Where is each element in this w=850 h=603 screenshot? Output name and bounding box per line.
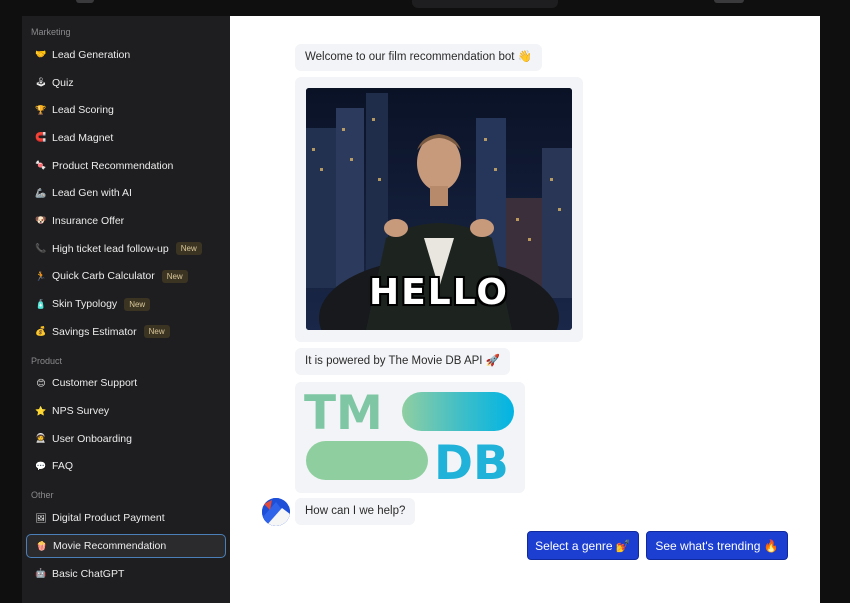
- new-badge: New: [143, 325, 170, 339]
- hello-gif: HELLO: [306, 88, 572, 330]
- sidebar-item-label: NPS Survey: [52, 405, 110, 418]
- sidebar-item-lead-scoring[interactable]: 🏆 Lead Scoring: [22, 96, 230, 124]
- sidebar-item-insurance-offer[interactable]: 🐶 Insurance Offer: [22, 207, 230, 235]
- sidebar-item-label: Lead Generation: [52, 48, 131, 61]
- top-bar-control[interactable]: [714, 0, 744, 3]
- sidebar-item-label: Quiz: [52, 76, 74, 89]
- tmdb-text-db: DB: [434, 436, 509, 491]
- lotion-icon: 🧴: [35, 298, 47, 309]
- robot-icon: 🤖: [35, 568, 47, 579]
- top-bar-control[interactable]: [76, 0, 94, 3]
- new-badge: New: [161, 269, 188, 283]
- sidebar-item-label: Quick Carb Calculator: [52, 270, 155, 283]
- sidebar-item-faq[interactable]: 💬 FAQ: [22, 453, 230, 481]
- new-badge: New: [175, 242, 202, 256]
- money-bag-icon: 💰: [35, 326, 47, 337]
- sidebar-item-digital-product-payment[interactable]: 🖼 Digital Product Payment: [22, 504, 230, 532]
- mechanical-arm-icon: 🦾: [35, 187, 47, 198]
- sidebar-item-product-recommendation[interactable]: 🍬 Product Recommendation: [22, 152, 230, 180]
- speech-bubble-icon: 💬: [35, 460, 47, 471]
- runner-icon: 🏃: [35, 270, 47, 281]
- select-genre-button[interactable]: Select a genre 💅: [527, 531, 639, 560]
- candy-icon: 🍬: [35, 160, 47, 171]
- sidebar-item-label: Movie Recommendation: [53, 540, 167, 552]
- powered-by-message: It is powered by The Movie DB API 🚀: [295, 348, 510, 375]
- sidebar-item-movie-recommendation[interactable]: 🍿 Movie Recommendation: [26, 534, 226, 558]
- template-sidebar: Marketing 🤝 Lead Generation 🕹 Quiz 🏆 Lead S…: [22, 16, 230, 603]
- sidebar-item-label: Skin Typology: [52, 298, 118, 311]
- handshake-icon: 🤝: [35, 49, 47, 60]
- window-top-bar: [0, 0, 850, 16]
- sidebar-item-basic-chatgpt[interactable]: 🤖 Basic ChatGPT: [22, 560, 230, 588]
- sidebar-item-lead-magnet[interactable]: 🧲 Lead Magnet: [22, 124, 230, 152]
- sidebar-item-user-onboarding[interactable]: 🧑‍🚀 User Onboarding: [22, 425, 230, 453]
- sidebar-item-label: FAQ: [52, 460, 74, 473]
- joystick-icon: 🕹: [35, 77, 47, 88]
- sidebar-item-lead-gen-ai[interactable]: 🦾 Lead Gen with AI: [22, 179, 230, 207]
- sidebar-item-lead-generation[interactable]: 🤝 Lead Generation: [22, 41, 230, 69]
- sidebar-item-high-ticket[interactable]: 📞 High ticket lead follow-up New: [22, 235, 230, 263]
- sidebar-item-label: Digital Product Payment: [52, 512, 165, 525]
- sidebar-item-label: Lead Scoring: [52, 104, 114, 117]
- tmdb-logo: TM DB: [304, 386, 514, 491]
- sidebar-item-label: Lead Magnet: [52, 131, 114, 144]
- tmdb-text-tm: TM: [304, 386, 383, 441]
- window-right-margin: [820, 16, 850, 603]
- see-trending-button[interactable]: See what's trending 🔥: [646, 531, 788, 560]
- sidebar-item-label: Lead Gen with AI: [52, 187, 132, 200]
- sidebar-item-quick-carb[interactable]: 🏃 Quick Carb Calculator New: [22, 263, 230, 291]
- sidebar-item-nps-survey[interactable]: ⭐ NPS Survey: [22, 397, 230, 425]
- sidebar-item-label: High ticket lead follow-up: [52, 242, 169, 255]
- tmdb-logo-message: TM DB: [295, 382, 525, 493]
- section-label-other: Other: [31, 490, 54, 501]
- welcome-message: Welcome to our film recommendation bot 👋: [295, 44, 542, 71]
- help-message: How can I we help?: [295, 498, 416, 525]
- magnet-icon: 🧲: [35, 132, 47, 143]
- chat-preview: Welcome to our film recommendation bot 👋: [230, 16, 820, 603]
- sidebar-item-skin-typology[interactable]: 🧴 Skin Typology New: [22, 290, 230, 318]
- trophy-icon: 🏆: [35, 104, 47, 115]
- sidebar-item-customer-support[interactable]: 😊 Customer Support: [22, 370, 230, 398]
- smiling-face-icon: 😊: [36, 377, 46, 388]
- section-label-product: Product: [31, 355, 63, 366]
- sidebar-item-quiz[interactable]: 🕹 Quiz: [22, 69, 230, 97]
- sidebar-item-label: Product Recommendation: [52, 159, 174, 172]
- gif-caption: HELLO: [369, 272, 509, 313]
- gif-message: HELLO: [295, 77, 583, 342]
- telephone-icon: 📞: [35, 243, 47, 254]
- sidebar-item-label: Insurance Offer: [52, 214, 125, 227]
- bot-avatar: [262, 498, 290, 526]
- sidebar-item-label: Customer Support: [52, 377, 138, 390]
- picture-icon: 🖼: [35, 512, 47, 523]
- dog-icon: 🐶: [35, 215, 47, 226]
- section-label-marketing: Marketing: [31, 27, 71, 37]
- popcorn-icon: 🍿: [36, 540, 48, 551]
- sidebar-item-savings-estimator[interactable]: 💰 Savings Estimator New: [22, 318, 230, 346]
- sidebar-item-label: Basic ChatGPT: [52, 567, 125, 580]
- top-bar-address[interactable]: [412, 0, 558, 8]
- star-icon: ⭐: [35, 405, 47, 416]
- astronaut-icon: 🧑‍🚀: [35, 433, 47, 444]
- new-badge: New: [124, 297, 151, 311]
- sidebar-item-label: Savings Estimator: [52, 325, 137, 338]
- sidebar-item-label: User Onboarding: [52, 432, 132, 445]
